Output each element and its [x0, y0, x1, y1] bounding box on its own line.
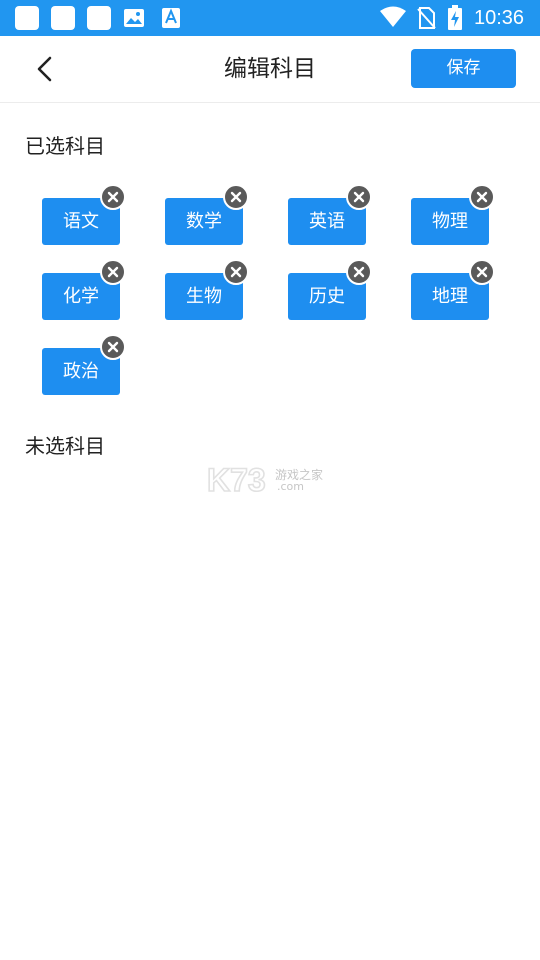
- subject-chip-label: 化学: [63, 286, 99, 307]
- status-time: 10:36: [474, 7, 525, 29]
- close-icon: [353, 266, 365, 278]
- unselected-subjects-title: 未选科目: [25, 434, 105, 458]
- close-icon: [353, 191, 365, 203]
- remove-subject-button[interactable]: [346, 184, 372, 210]
- notification-icon: [51, 6, 75, 30]
- subject-chip-label: 语文: [63, 211, 99, 232]
- remove-subject-button[interactable]: [100, 334, 126, 360]
- chevron-left-icon: [37, 56, 52, 82]
- close-icon: [476, 191, 488, 203]
- close-icon: [230, 266, 242, 278]
- battery-charging-icon: [448, 5, 462, 30]
- subject-chip[interactable]: 政治: [42, 334, 126, 395]
- close-icon: [476, 266, 488, 278]
- remove-subject-button[interactable]: [346, 259, 372, 285]
- status-bar: 10:36: [0, 0, 540, 36]
- remove-subject-button[interactable]: [469, 259, 495, 285]
- app-header: 编辑科目 保存: [0, 36, 540, 103]
- subject-chip-label: 地理: [432, 286, 468, 307]
- remove-subject-button[interactable]: [100, 259, 126, 285]
- watermark-logo-text: K73: [207, 462, 266, 496]
- subject-chip[interactable]: 生物: [165, 259, 249, 320]
- remove-subject-button[interactable]: [223, 184, 249, 210]
- image-icon: [124, 9, 144, 27]
- subject-chip[interactable]: 语文: [42, 184, 126, 245]
- close-icon: [230, 191, 242, 203]
- no-sim-icon: [417, 7, 436, 29]
- selected-subjects-title: 已选科目: [25, 134, 105, 158]
- back-button[interactable]: [28, 52, 62, 86]
- subject-chip-label: 英语: [309, 211, 345, 232]
- subject-chip-label: 政治: [63, 361, 99, 382]
- subject-chip-label: 历史: [309, 286, 345, 307]
- close-icon: [107, 266, 119, 278]
- remove-subject-button[interactable]: [100, 184, 126, 210]
- subject-chip[interactable]: 历史: [288, 259, 372, 320]
- subject-chip-label: 物理: [432, 211, 468, 232]
- notification-icon: [15, 6, 39, 30]
- subject-chip[interactable]: 物理: [411, 184, 495, 245]
- subject-chip[interactable]: 化学: [42, 259, 126, 320]
- watermark-domain: .com: [277, 480, 304, 493]
- subject-chip[interactable]: 数学: [165, 184, 249, 245]
- close-icon: [107, 341, 119, 353]
- remove-subject-button[interactable]: [469, 184, 495, 210]
- subject-chip[interactable]: 地理: [411, 259, 495, 320]
- save-button[interactable]: 保存: [411, 49, 516, 88]
- wifi-icon: [380, 6, 406, 27]
- subject-chip[interactable]: 英语: [288, 184, 372, 245]
- subject-chip-label: 生物: [186, 286, 222, 307]
- subject-chip-label: 数学: [186, 211, 222, 232]
- notification-icon: [87, 6, 111, 30]
- remove-subject-button[interactable]: [223, 259, 249, 285]
- close-icon: [107, 191, 119, 203]
- text-a-icon: [162, 8, 180, 28]
